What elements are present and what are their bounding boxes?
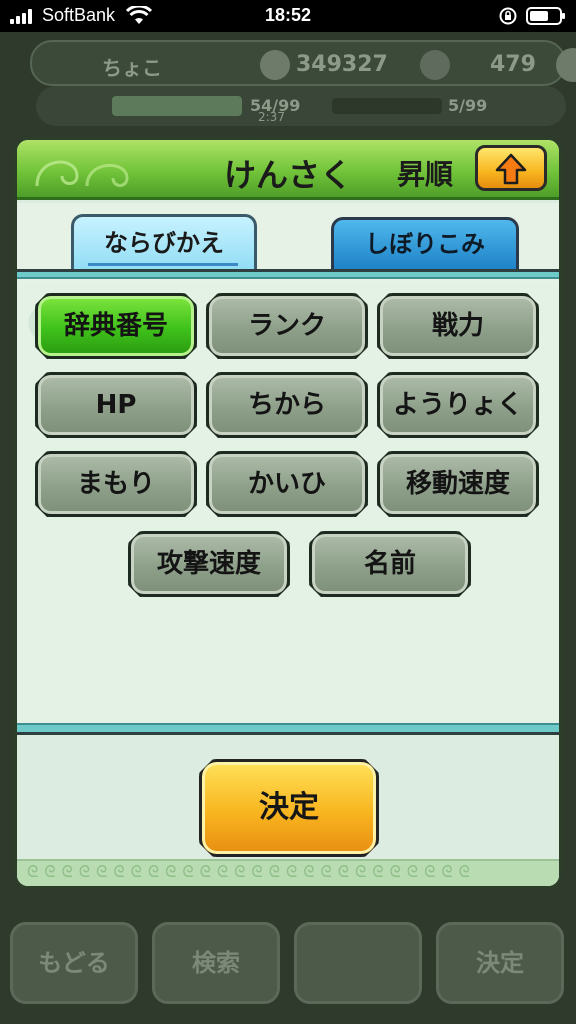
search-dialog: けんさく 昇順 ならびかえ しぼりこみ 辞典番号 ランク 戦力 HP ちから よ… — [14, 137, 562, 889]
dialog-body: ならびかえ しぼりこみ 辞典番号 ランク 戦力 HP ちから ようりょく まもり… — [17, 203, 559, 886]
sort-option-hp[interactable]: HP — [35, 372, 197, 438]
stamina-gauge — [112, 96, 242, 116]
sort-option-attack-speed[interactable]: 攻撃速度 — [128, 531, 290, 597]
sort-option-dictionary-number[interactable]: 辞典番号 — [35, 293, 197, 359]
up-arrow-icon — [495, 153, 527, 185]
tab-filter-label: しぼりこみ — [365, 230, 485, 258]
footer-pattern: ᘓᘓᘓᘓᘓᘓᘓᘓᘓᘓᘓᘓᘓᘓᘓᘓᘓᘓᘓᘓᘓᘓᘓᘓᘓᘓ — [17, 859, 559, 886]
player-name: ちょこ — [102, 56, 162, 80]
sort-option-move-speed[interactable]: 移動速度 — [377, 451, 539, 517]
coin-icon — [260, 50, 290, 80]
stamina-bar: 54/99 5/99 — [36, 86, 566, 126]
footer-divider — [17, 723, 559, 735]
coin-count: 349327 — [296, 52, 388, 77]
sort-option-spirit[interactable]: ようりょく — [377, 372, 539, 438]
sort-order-toggle-button[interactable] — [475, 145, 547, 191]
tab-bar: ならびかえ しぼりこみ — [17, 203, 559, 273]
gem-icon — [420, 50, 450, 80]
status-bar: SoftBank 18:52 — [0, 0, 576, 32]
stamina-text-2: 5/99 — [448, 96, 488, 115]
sort-order-label: 昇順 — [397, 158, 454, 191]
gem-count: 479 — [490, 52, 536, 77]
sort-option-power[interactable]: 戦力 — [377, 293, 539, 359]
back-button: もどる — [10, 922, 138, 1004]
rotation-lock-icon — [499, 7, 517, 25]
stamina-timer: 2:37 — [258, 110, 285, 124]
tab-sort[interactable]: ならびかえ — [71, 214, 257, 272]
stamina-gauge-2 — [332, 98, 442, 114]
decide-button-bg: 決定 — [436, 922, 564, 1004]
battery-icon — [526, 7, 565, 25]
clock: 18:52 — [264, 5, 312, 25]
sort-option-defense[interactable]: まもり — [35, 451, 197, 517]
confirm-button[interactable]: 決定 — [199, 759, 379, 857]
sort-option-evasion[interactable]: かいひ — [206, 451, 368, 517]
tab-filter[interactable]: しぼりこみ — [331, 217, 519, 269]
tab-divider — [17, 269, 559, 279]
tab-underline — [88, 260, 238, 266]
tab-sort-label: ならびかえ — [104, 229, 224, 257]
sort-options-grid: 辞典番号 ランク 戦力 HP ちから ようりょく まもり かいひ 移動速度 攻撃… — [17, 283, 559, 723]
sort-option-name[interactable]: 名前 — [309, 531, 471, 597]
player-info-bar: ちょこ 349327 479 — [30, 40, 576, 86]
search-button: 検索 — [152, 922, 280, 1004]
dialog-footer: 決定 ᘓᘓᘓᘓᘓᘓᘓᘓᘓᘓᘓᘓᘓᘓᘓᘓᘓᘓᘓᘓᘓᘓᘓᘓᘓᘓ — [17, 735, 559, 886]
character-button — [294, 922, 422, 1004]
sort-option-strength[interactable]: ちから — [206, 372, 368, 438]
sort-option-rank[interactable]: ランク — [206, 293, 368, 359]
dialog-header: けんさく 昇順 — [17, 140, 559, 200]
add-currency-button — [556, 48, 576, 82]
